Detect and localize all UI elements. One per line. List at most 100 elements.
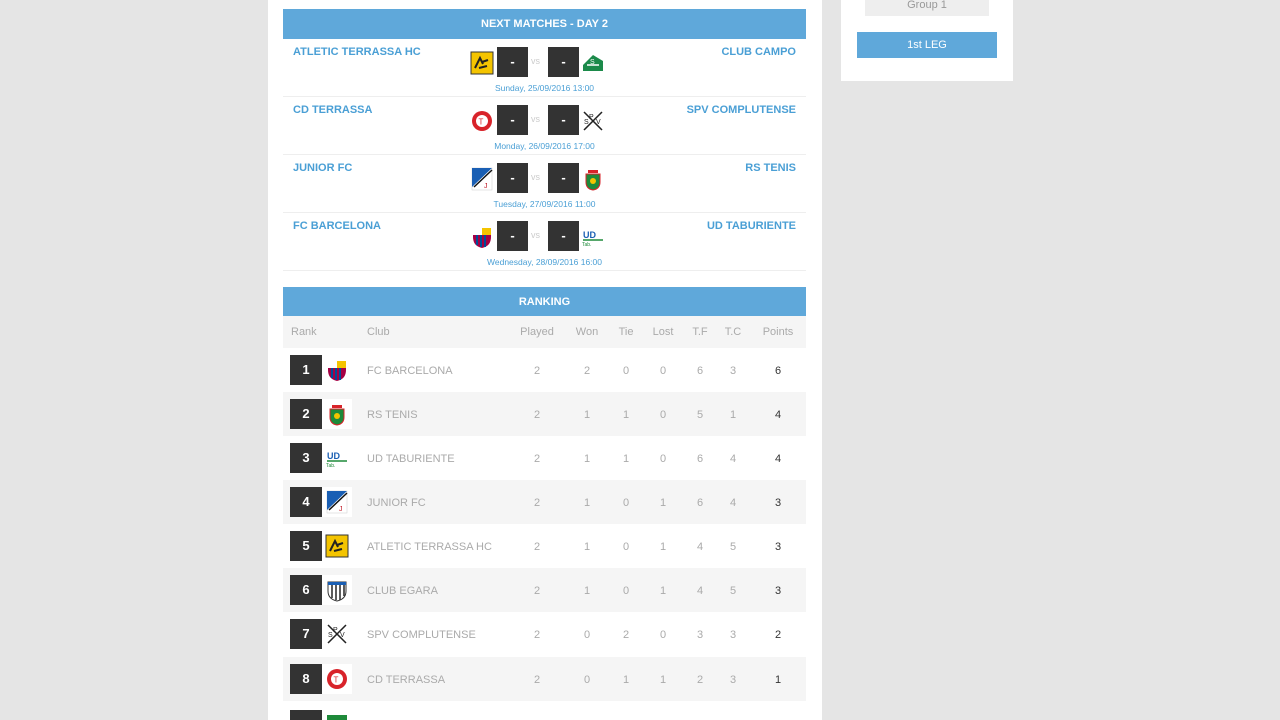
away-score: - <box>548 47 579 77</box>
home-team-name[interactable]: FC BARCELONA <box>293 220 381 232</box>
match-date: Monday, 26/09/2016 17:00 <box>494 141 595 151</box>
match-row: CD TERRASSA T - vs - P S V Monday, 26/09… <box>283 97 806 155</box>
group-selector[interactable]: Group 1 <box>865 0 989 16</box>
rank-position-partial <box>290 710 322 720</box>
ud-taburiente-crest-icon: UD Tab. <box>326 451 347 469</box>
table-row: 3 UD Tab. UD TABURIENTE 2 1 1 0 6 4 4 <box>283 436 806 480</box>
rank-position: 1 <box>290 355 322 385</box>
vs-label: vs <box>531 230 540 240</box>
away-team-name[interactable]: SPV COMPLUTENSE <box>687 104 796 116</box>
points-value: 3 <box>774 585 782 597</box>
rs-tenis-crest-icon <box>585 170 601 191</box>
played-value: 2 <box>533 629 541 641</box>
lost-value: 1 <box>659 497 667 509</box>
club-name[interactable]: RS TENIS <box>367 409 418 421</box>
rank-position: 7 <box>290 619 322 649</box>
atletic-terrassa-crest-icon <box>470 51 494 75</box>
tc-value: 3 <box>729 674 737 686</box>
won-value: 1 <box>583 453 591 465</box>
table-row: 4 J JUNIOR FC 2 1 0 1 6 4 3 <box>283 480 806 524</box>
match-row: FC BARCELONA - vs - UD Tab. Wednesday, 2… <box>283 213 806 271</box>
club-name[interactable]: FC BARCELONA <box>367 365 453 377</box>
leg-button[interactable]: 1st LEG <box>857 32 997 58</box>
lost-value: 0 <box>659 629 667 641</box>
col-club: Club <box>367 326 390 338</box>
table-row: 8 T CD TERRASSA 2 0 1 1 2 3 1 <box>283 657 806 701</box>
away-team-name[interactable]: CLUB CAMPO <box>721 46 796 58</box>
svg-text:S: S <box>584 119 589 126</box>
match-row: JUNIOR FC J - vs - Tuesday, 27/09/2016 1… <box>283 155 806 213</box>
rank-position: 6 <box>290 575 322 605</box>
cd-terrassa-crest-icon: T <box>472 111 492 131</box>
match-date: Sunday, 25/09/2016 13:00 <box>494 83 595 93</box>
svg-text:Tab.: Tab. <box>326 463 335 469</box>
club-name[interactable]: ATLETIC TERRASSA HC <box>367 541 492 553</box>
points-value: 4 <box>774 409 782 421</box>
main-column: NEXT MATCHES - DAY 2 ATLETIC TERRASSA HC… <box>268 0 822 720</box>
junior-fc-crest-icon: J <box>471 167 493 191</box>
tf-value: 3 <box>696 629 704 641</box>
svg-text:T: T <box>479 118 484 127</box>
tie-value: 0 <box>622 365 630 377</box>
svg-text:UD: UD <box>327 451 340 461</box>
ud-taburiente-crest-icon: UD Tab. <box>582 230 603 248</box>
svg-text:J: J <box>484 183 488 190</box>
spv-complutense-crest-icon: P S V <box>583 111 603 131</box>
tie-value: 0 <box>622 541 630 553</box>
col-played: Played <box>520 326 554 338</box>
home-team-name[interactable]: ATLETIC TERRASSA HC <box>293 46 421 58</box>
club-name[interactable]: SPV COMPLUTENSE <box>367 629 476 641</box>
lost-value: 0 <box>659 365 667 377</box>
tf-value: 6 <box>696 365 704 377</box>
ranking-title: RANKING <box>518 296 571 308</box>
home-team-name[interactable]: CD TERRASSA <box>293 104 372 116</box>
vs-label: vs <box>531 114 540 124</box>
fc-barcelona-crest-icon <box>328 361 346 381</box>
rs-tenis-crest-icon <box>329 405 345 426</box>
ranking-column-headers: Rank Club Played Won Tie Lost T.F T.C Po… <box>283 316 806 348</box>
tie-value: 2 <box>622 629 630 641</box>
away-score: - <box>548 221 579 251</box>
away-team-name[interactable]: RS TENIS <box>745 162 796 174</box>
club-name[interactable]: CLUB EGARA <box>367 585 438 597</box>
home-score: - <box>497 47 528 77</box>
club-name[interactable]: UD TABURIENTE <box>367 453 455 465</box>
svg-text:V: V <box>340 632 345 639</box>
home-score: - <box>497 105 528 135</box>
col-points: Points <box>762 326 794 338</box>
svg-text:S: S <box>590 59 595 66</box>
fc-barcelona-crest-icon <box>473 228 491 248</box>
svg-text:UD: UD <box>583 230 596 240</box>
tf-value: 4 <box>696 541 704 553</box>
svg-text:P: P <box>589 114 594 121</box>
col-tf: T.F <box>692 326 708 338</box>
club-egara-crest-icon <box>327 581 347 602</box>
match-date: Wednesday, 28/09/2016 16:00 <box>487 257 602 267</box>
lost-value: 1 <box>659 585 667 597</box>
won-value: 0 <box>583 674 591 686</box>
club-name[interactable]: JUNIOR FC <box>367 497 426 509</box>
lost-value: 1 <box>659 541 667 553</box>
played-value: 2 <box>533 497 541 509</box>
lost-value: 1 <box>659 674 667 686</box>
played-value: 2 <box>533 365 541 377</box>
tie-value: 1 <box>622 409 630 421</box>
tie-value: 1 <box>622 453 630 465</box>
col-rank: Rank <box>291 326 317 338</box>
home-team-name[interactable]: JUNIOR FC <box>293 162 352 174</box>
points-value: 6 <box>774 365 782 377</box>
next-matches-header: NEXT MATCHES - DAY 2 <box>283 9 806 39</box>
col-tie: Tie <box>618 326 634 338</box>
spv-complutense-crest-icon: P S V <box>327 624 347 644</box>
played-value: 2 <box>533 541 541 553</box>
cd-terrassa-crest-icon: T <box>327 669 347 689</box>
points-value: 1 <box>774 674 782 686</box>
table-row: 1 FC BARCELONA 2 2 0 0 6 3 6 <box>283 348 806 392</box>
lost-value: 0 <box>659 453 667 465</box>
svg-text:S: S <box>328 632 333 639</box>
away-team-name[interactable]: UD TABURIENTE <box>707 220 796 232</box>
club-name[interactable]: CD TERRASSA <box>367 674 445 686</box>
match-date: Tuesday, 27/09/2016 11:00 <box>493 199 596 209</box>
junior-fc-crest-icon: J <box>326 490 348 514</box>
table-row: 6 CLUB EGARA 2 1 0 1 4 5 3 <box>283 568 806 612</box>
